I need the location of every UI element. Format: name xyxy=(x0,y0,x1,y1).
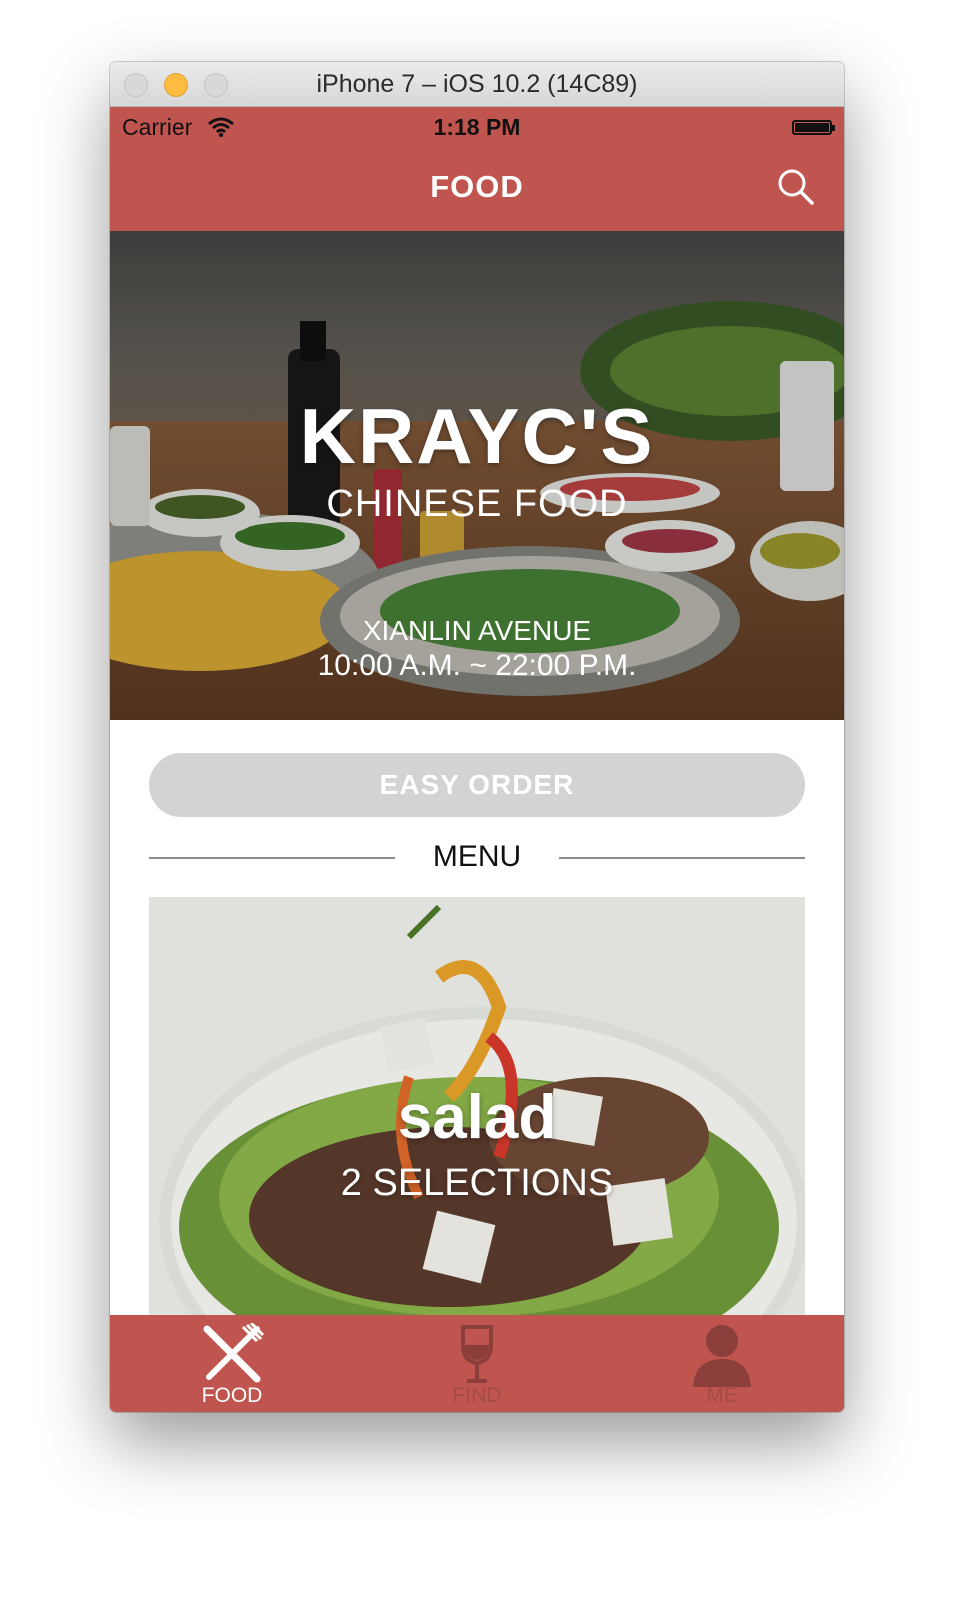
wine-glass-icon xyxy=(457,1323,497,1390)
fork-knife-icon xyxy=(199,1321,265,1388)
restaurant-name: KRAYC'S xyxy=(299,392,655,480)
window-titlebar: iPhone 7 – iOS 10.2 (14C89) xyxy=(110,62,844,107)
restaurant-cuisine: CHINESE FOOD xyxy=(326,483,628,525)
menu-category-card[interactable]: salad 2 SELECTIONS xyxy=(149,897,805,1315)
desktop-background: iPhone 7 – iOS 10.2 (14C89) Carrier 1:18… xyxy=(0,0,974,1602)
status-bar: Carrier 1:18 PM xyxy=(110,107,844,147)
restaurant-address: XIANLIN AVENUE xyxy=(362,615,592,646)
navigation-bar: FOOD xyxy=(110,147,844,231)
tab-find[interactable]: FIND xyxy=(355,1315,599,1412)
status-time: 1:18 PM xyxy=(433,114,521,140)
menu-item-selections: 2 SELECTIONS xyxy=(340,1162,614,1204)
simulator-window: iPhone 7 – iOS 10.2 (14C89) Carrier 1:18… xyxy=(110,62,844,1412)
menu-item-name: salad xyxy=(397,1083,557,1152)
search-icon[interactable] xyxy=(776,167,816,207)
menu-section-divider: MENU xyxy=(149,840,805,876)
battery-icon xyxy=(792,120,835,135)
divider-line-right xyxy=(559,857,805,859)
tab-food[interactable]: FOOD xyxy=(110,1315,354,1412)
restaurant-hero-image[interactable]: KRAYC'S CHINESE FOOD XIANLIN AVENUE 10:0… xyxy=(110,231,844,720)
tab-find-label: FIND xyxy=(452,1384,502,1407)
tab-bar: FOOD FIND ME xyxy=(110,1315,844,1412)
tab-food-label: FOOD xyxy=(201,1384,263,1407)
window-title: iPhone 7 – iOS 10.2 (14C89) xyxy=(316,70,638,98)
restaurant-hours: 10:00 A.M. ~ 22:00 P.M. xyxy=(317,649,637,682)
easy-order-button[interactable]: EASY ORDER xyxy=(149,753,805,817)
tab-me-label: ME xyxy=(706,1384,738,1407)
tab-me[interactable]: ME xyxy=(600,1315,844,1412)
nav-title: FOOD xyxy=(430,169,524,204)
person-icon xyxy=(691,1323,753,1392)
